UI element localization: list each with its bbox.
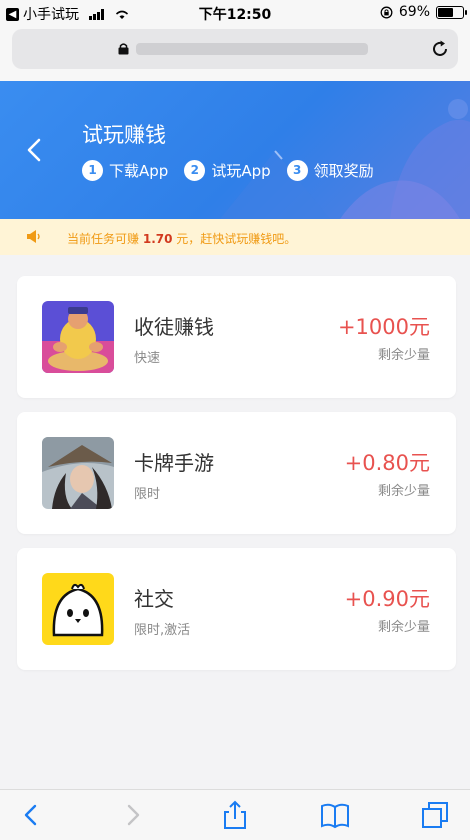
reload-icon[interactable]	[430, 39, 450, 59]
address-bar[interactable]	[12, 29, 458, 69]
task-tag: 快速	[134, 351, 161, 366]
browser-back-icon[interactable]	[16, 800, 46, 830]
header-banner: 试玩赚钱 1 下载App 2 试玩App 3 领取奖励	[0, 81, 470, 219]
task-remain: 剩余少量	[377, 620, 430, 635]
task-tag: 限时	[134, 487, 161, 502]
game-character-image	[42, 301, 114, 373]
task-card[interactable]: 社交 限时,激活 +0.90元 剩余少量	[17, 548, 456, 670]
step-1: 1 下载App	[82, 160, 168, 181]
notice-suffix: 元，赶快试玩赚钱吧。	[176, 232, 297, 246]
step-number: 1	[82, 160, 103, 181]
notice-amount: 1.70	[142, 232, 173, 246]
notice-prefix: 当前任务可赚	[67, 232, 140, 246]
task-reward: +0.80元	[344, 451, 430, 475]
notice-bar: 当前任务可赚 1.70 元，赶快试玩赚钱吧。	[0, 219, 470, 255]
step-label: 领取奖励	[313, 162, 374, 180]
banner-decoration	[220, 99, 470, 219]
game-character-image	[42, 437, 114, 509]
task-name: 社交	[134, 587, 174, 611]
status-right: 69%	[380, 4, 467, 20]
task-card[interactable]: 收徒赚钱 快速 +1000元 剩余少量	[17, 276, 456, 398]
browser-forward-icon[interactable]	[118, 800, 148, 830]
task-reward: +0.90元	[344, 587, 430, 611]
app-thumbnail	[42, 573, 114, 645]
share-icon[interactable]	[220, 800, 250, 830]
battery-icon	[436, 5, 467, 19]
status-bar: ◀ 小手试玩 下午12:50 69%	[0, 0, 470, 26]
task-remain: 剩余少量	[377, 484, 430, 499]
task-remain: 剩余少量	[377, 348, 430, 363]
browser-address-area	[0, 26, 470, 81]
step-number: 2	[184, 160, 206, 181]
step-label: 试玩App	[211, 162, 271, 180]
page-title: 试玩赚钱	[82, 123, 166, 147]
app-thumbnail	[42, 301, 114, 373]
task-name: 收徒赚钱	[134, 315, 214, 339]
battery-percent: 69%	[398, 4, 430, 20]
steps: 1 下载App 2 试玩App 3 领取奖励	[82, 160, 374, 181]
step-2: 2 试玩App	[184, 160, 271, 181]
orientation-lock-icon	[380, 6, 393, 18]
obscured-url	[136, 43, 368, 55]
bookmarks-icon[interactable]	[320, 800, 350, 830]
chick-mascot-image	[42, 573, 114, 645]
notice-text: 当前任务可赚 1.70 元，赶快试玩赚钱吧。	[67, 230, 296, 247]
megaphone-icon	[27, 230, 40, 243]
step-number: 3	[286, 160, 308, 181]
step-3: 3 领取奖励	[286, 160, 374, 181]
task-tag: 限时,激活	[134, 623, 191, 638]
battery-fill	[438, 7, 453, 17]
browser-toolbar	[0, 789, 470, 840]
lock-icon	[118, 43, 129, 55]
app-thumbnail	[42, 437, 114, 509]
task-reward: +1000元	[337, 315, 430, 339]
step-label: 下载App	[109, 162, 169, 180]
back-arrow-icon[interactable]	[24, 137, 44, 163]
task-card[interactable]: 卡牌手游 限时 +0.80元 剩余少量	[17, 412, 456, 534]
tabs-icon[interactable]	[420, 800, 450, 830]
task-name: 卡牌手游	[134, 451, 214, 475]
